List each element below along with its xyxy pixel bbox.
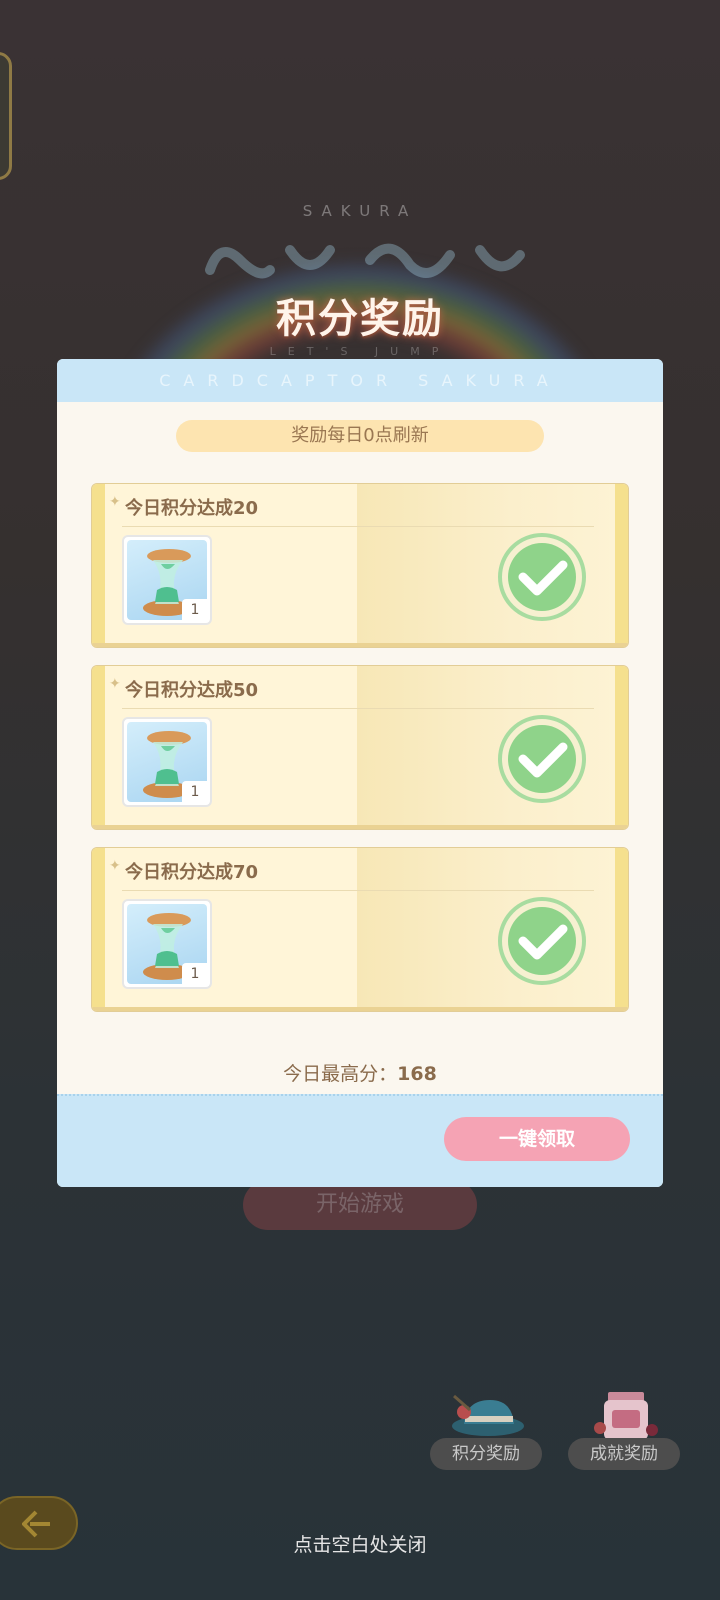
tab-points-reward[interactable]: 积分奖励 <box>430 1380 542 1470</box>
sparkle-icon: ✦ <box>109 858 121 874</box>
reward-item-slot[interactable]: 1 <box>122 717 212 807</box>
hat-icon <box>444 1388 528 1442</box>
claimed-check-icon <box>497 896 587 990</box>
game-logo <box>200 230 540 290</box>
reward-item-slot[interactable]: 1 <box>122 899 212 989</box>
dialog-header-banner: CARDCAPTOR SAKURA <box>57 359 663 402</box>
sparkle-icon: ✦ <box>109 676 121 692</box>
reward-title: 今日积分达成20 <box>125 498 259 519</box>
tab-label: 积分奖励 <box>430 1438 542 1470</box>
reward-card: ✦ 今日积分达成20 1 <box>91 483 629 648</box>
item-count: 1 <box>182 781 208 803</box>
jar-icon <box>582 1388 666 1442</box>
tab-achievement-reward[interactable]: 成就奖励 <box>568 1380 680 1470</box>
points-reward-dialog: CARDCAPTOR SAKURA 奖励每日0点刷新 ✦ 今日积分达成20 1 <box>57 359 663 1187</box>
claimed-check-icon <box>497 532 587 626</box>
logo-top-text: SAKURA <box>302 202 418 220</box>
item-count: 1 <box>182 963 208 985</box>
tab-label: 成就奖励 <box>568 1438 680 1470</box>
best-score: 今日最高分：168 <box>57 1059 663 1086</box>
reward-card: ✦ 今日积分达成70 1 <box>91 847 629 1012</box>
reward-title: 今日积分达成70 <box>125 862 259 883</box>
dialog-title: 积分奖励 <box>276 296 444 342</box>
sparkle-icon: ✦ <box>109 494 121 510</box>
item-count: 1 <box>182 599 208 621</box>
logo-sub-text: LET'S JUMP <box>269 345 451 358</box>
refresh-notice: 奖励每日0点刷新 <box>176 420 544 452</box>
best-score-label: 今日最高分： <box>283 1063 398 1085</box>
claimed-check-icon <box>497 714 587 808</box>
dialog-footer: 一键领取 <box>57 1094 663 1187</box>
reward-card: ✦ 今日积分达成50 1 <box>91 665 629 830</box>
close-hint[interactable]: 点击空白处关闭 <box>0 1530 720 1557</box>
side-frame-decoration <box>0 52 12 180</box>
claim-all-button[interactable]: 一键领取 <box>444 1117 630 1161</box>
best-score-value: 168 <box>397 1063 437 1085</box>
reward-title: 今日积分达成50 <box>125 680 259 701</box>
reward-item-slot[interactable]: 1 <box>122 535 212 625</box>
start-game-button: 开始游戏 <box>243 1180 477 1230</box>
